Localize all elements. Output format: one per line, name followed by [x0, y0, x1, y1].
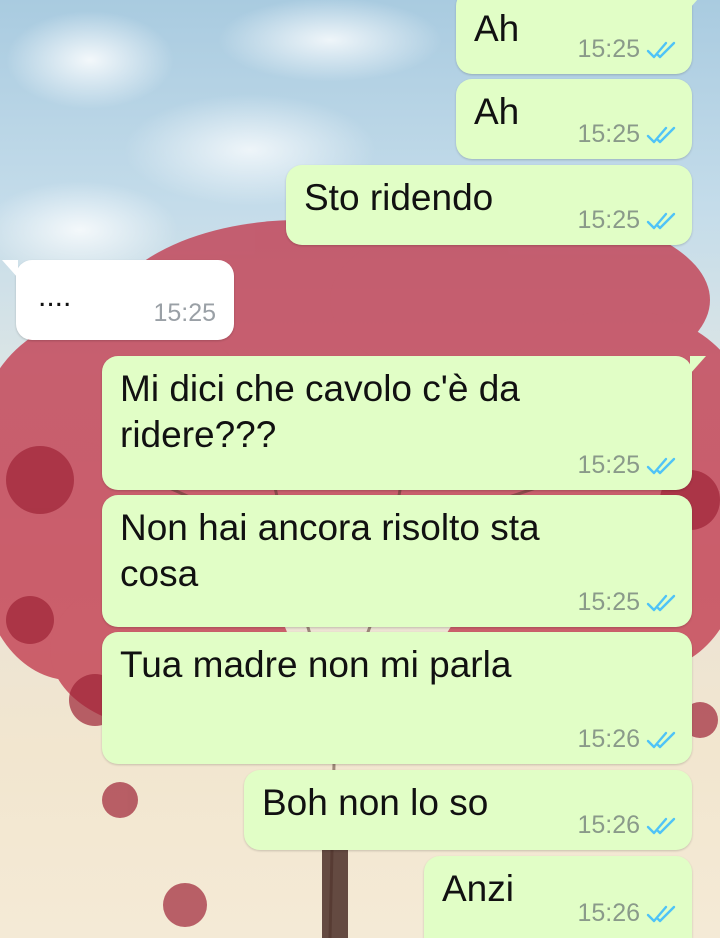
double-check-icon — [646, 593, 678, 613]
message-meta: 15:26 — [577, 899, 678, 928]
double-check-icon — [646, 40, 678, 60]
message-text: .... — [38, 280, 72, 313]
message-bubble-outgoing[interactable]: Mi dici che cavolo c'è da ridere??? 15:2… — [102, 356, 706, 490]
message-meta: 15:25 — [153, 299, 216, 328]
message-timestamp: 15:25 — [577, 451, 640, 479]
message-text: Tua madre non mi parla — [120, 644, 512, 685]
message-timestamp: 15:25 — [577, 588, 640, 616]
message-bubble-outgoing[interactable]: Anzi 15:26 — [424, 856, 692, 938]
message-text: Non hai ancora risolto sta cosa — [120, 507, 550, 594]
double-check-icon — [646, 730, 678, 750]
message-meta: 15:26 — [577, 811, 678, 840]
message-text: Anzi — [442, 868, 514, 909]
message-meta: 15:25 — [577, 588, 678, 617]
message-meta: 15:26 — [577, 725, 678, 754]
message-timestamp: 15:26 — [577, 899, 640, 927]
message-meta: 15:25 — [577, 120, 678, 149]
message-bubble-outgoing[interactable]: Non hai ancora risolto sta cosa 15:25 — [102, 495, 692, 627]
message-text: Ah — [474, 8, 520, 49]
message-bubble-outgoing[interactable]: Sto ridendo 15:25 — [286, 165, 692, 245]
message-meta: 15:25 — [577, 206, 678, 235]
message-text: Sto ridendo — [304, 177, 494, 218]
message-timestamp: 15:25 — [577, 206, 640, 234]
message-text: Ah — [474, 91, 520, 132]
message-bubble-outgoing[interactable]: Boh non lo so 15:26 — [244, 770, 692, 850]
message-bubble-outgoing[interactable]: Ah 15:25 — [456, 79, 692, 159]
message-text: Mi dici che cavolo c'è da ridere??? — [120, 368, 531, 455]
message-bubble-outgoing[interactable]: Tua madre non mi parla 15:26 — [102, 632, 692, 764]
double-check-icon — [646, 125, 678, 145]
double-check-icon — [646, 456, 678, 476]
double-check-icon — [646, 904, 678, 924]
message-bubble-incoming[interactable]: .... 15:25 — [2, 260, 234, 340]
message-meta: 15:25 — [577, 451, 678, 480]
message-timestamp: 15:26 — [577, 725, 640, 753]
message-text: Boh non lo so — [262, 782, 489, 823]
double-check-icon — [646, 816, 678, 836]
message-timestamp: 15:25 — [577, 35, 640, 63]
message-timestamp: 15:25 — [153, 299, 216, 327]
message-timestamp: 15:26 — [577, 811, 640, 839]
message-timestamp: 15:25 — [577, 120, 640, 148]
message-bubble-outgoing[interactable]: Ah 15:25 — [456, 0, 706, 74]
message-meta: 15:25 — [577, 35, 678, 64]
double-check-icon — [646, 211, 678, 231]
